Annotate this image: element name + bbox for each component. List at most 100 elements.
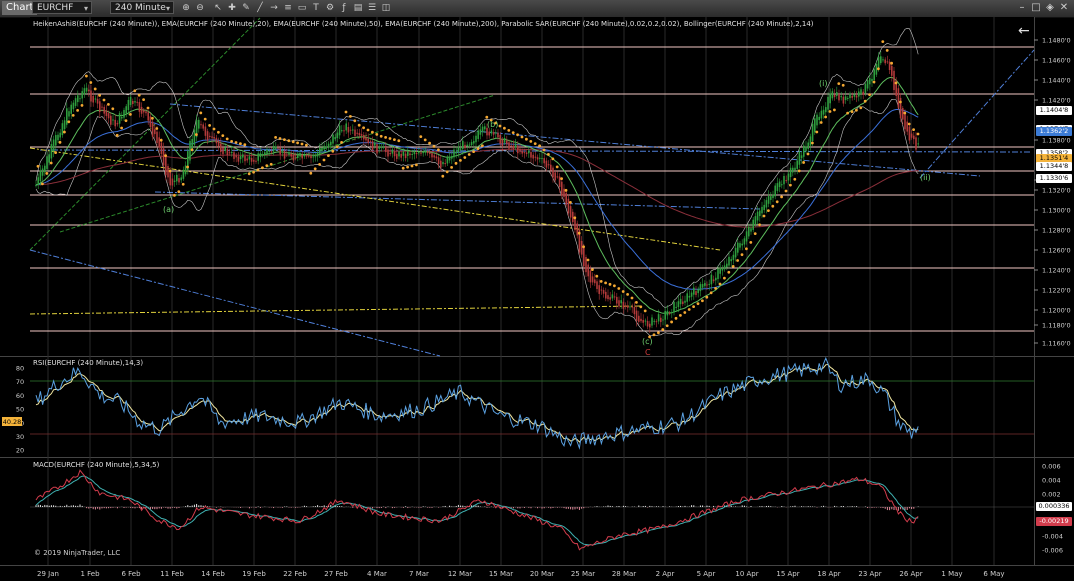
- sar-dot: [415, 163, 418, 167]
- candle-body: [429, 152, 431, 155]
- price-axis: 1.1480'0 1.1460'0 1.1440'0 1.1420'0 1.1380'0…: [1034, 37, 1071, 348]
- text-tool-icon[interactable]: T: [310, 2, 322, 14]
- zoom-out-icon[interactable]: ⊖: [194, 2, 206, 14]
- chart-canvas[interactable]: (a) (b) (c) C (i) (ii) ← 1.1480'0 1.1460'…: [0, 17, 1074, 581]
- time-tick-label: 29 Jan: [37, 570, 59, 578]
- candle-body: [475, 135, 477, 143]
- candle-body: [752, 219, 754, 230]
- properties-icon[interactable]: ⚙: [324, 2, 336, 14]
- sar-dot: [107, 103, 110, 106]
- candle-body: [140, 106, 143, 114]
- candle-body: [59, 132, 61, 138]
- time-tick-label: 5 Apr: [697, 570, 716, 578]
- sar-dot: [111, 107, 115, 111]
- zoom-in-icon[interactable]: ⊕: [180, 2, 192, 14]
- minimize-icon[interactable]: –: [1016, 2, 1028, 14]
- candle-body: [162, 148, 165, 166]
- time-tick-label: 26 Apr: [899, 570, 922, 578]
- candle-body: [400, 153, 402, 158]
- candle-body: [622, 301, 625, 309]
- sar-dot: [463, 156, 467, 159]
- pin-icon[interactable]: ◈: [1044, 2, 1056, 14]
- line-tool-icon[interactable]: ╱: [254, 2, 266, 14]
- wave-label-ii: (ii): [920, 173, 931, 182]
- candle-body: [437, 157, 440, 165]
- fibonacci-icon[interactable]: ≡: [282, 2, 294, 14]
- candle-body: [270, 151, 273, 153]
- candle-body: [598, 285, 600, 294]
- interval-selector[interactable]: 240 Minute ▾: [110, 1, 174, 14]
- candle-body: [330, 141, 332, 146]
- sar-dot: [846, 111, 849, 115]
- candle-body: [605, 291, 607, 299]
- candle-body: [134, 101, 136, 103]
- pencil-icon[interactable]: ✎: [240, 2, 252, 14]
- candle-body: [853, 94, 856, 97]
- indicators-icon[interactable]: ƒ: [338, 2, 350, 14]
- instrument-selector[interactable]: EURCHF ▾: [32, 1, 92, 14]
- crosshair-icon[interactable]: ✚: [226, 2, 238, 14]
- candle-body: [585, 257, 587, 273]
- candle-body: [723, 265, 726, 270]
- time-tick-label: 6 Feb: [121, 570, 141, 578]
- candle-body: [822, 109, 825, 115]
- maximize-icon[interactable]: □: [1030, 2, 1042, 14]
- templates-icon[interactable]: ☰: [366, 2, 378, 14]
- candle-body: [653, 320, 655, 322]
- candle-body: [327, 143, 330, 147]
- sar-dot: [824, 115, 827, 119]
- cursor-icon[interactable]: ↖: [212, 2, 224, 14]
- candle-body: [816, 114, 818, 126]
- candle-body: [323, 145, 325, 150]
- candle-body: [424, 150, 427, 153]
- candle-body: [510, 145, 512, 147]
- candle-body: [63, 120, 66, 130]
- strategies-icon[interactable]: ▤: [352, 2, 364, 14]
- sar-dot: [604, 281, 607, 285]
- candle-body: [704, 283, 706, 286]
- sar-dot: [309, 171, 313, 175]
- candle-body: [343, 130, 345, 132]
- rectangle-tool-icon[interactable]: ▭: [296, 2, 308, 14]
- sar-dot: [617, 287, 621, 290]
- candle-body: [341, 130, 343, 132]
- candle-body: [794, 167, 796, 171]
- sar-dot: [151, 116, 154, 120]
- sar-dot: [89, 81, 93, 84]
- candle-body: [864, 83, 867, 94]
- candle-body: [290, 153, 292, 157]
- sar-dot: [423, 138, 427, 142]
- sar-dot: [274, 136, 277, 139]
- ray-tool-icon[interactable]: →: [268, 2, 280, 14]
- sar-dot: [212, 127, 216, 131]
- snapshot-icon[interactable]: ◫: [380, 2, 392, 14]
- candle-body: [836, 92, 838, 96]
- candle-body: [796, 160, 798, 169]
- sar-dot: [639, 305, 643, 309]
- candle-body: [833, 94, 836, 98]
- candle-body: [374, 142, 376, 146]
- candle-body: [398, 151, 400, 157]
- candle-body: [530, 152, 532, 158]
- back-arrow-icon[interactable]: ←: [1018, 23, 1030, 39]
- candle-body: [631, 306, 633, 308]
- candle-body: [237, 156, 240, 162]
- candle-body: [741, 243, 743, 246]
- candle-body: [572, 211, 574, 223]
- candle-body: [433, 155, 435, 158]
- chart-toolbar: Chart EURCHF ▾ 240 Minute ▾ ⊕ ⊖ ↖ ✚ ✎ ╱ …: [0, 0, 1074, 18]
- sar-dot: [591, 268, 594, 271]
- candle-body: [781, 184, 783, 186]
- close-icon[interactable]: ✕: [1058, 2, 1070, 14]
- sar-dot: [454, 161, 458, 165]
- sar-dot: [199, 111, 203, 115]
- candle-body: [46, 156, 48, 169]
- sar-dot: [705, 295, 709, 299]
- candle-body: [583, 247, 585, 267]
- time-tick-label: 18 Apr: [817, 570, 840, 578]
- candle-body: [908, 126, 911, 141]
- sar-dot: [538, 144, 541, 148]
- candle-body: [589, 270, 592, 283]
- price-tick-label: 1.1480'0: [1042, 37, 1071, 45]
- candle-body: [682, 301, 684, 304]
